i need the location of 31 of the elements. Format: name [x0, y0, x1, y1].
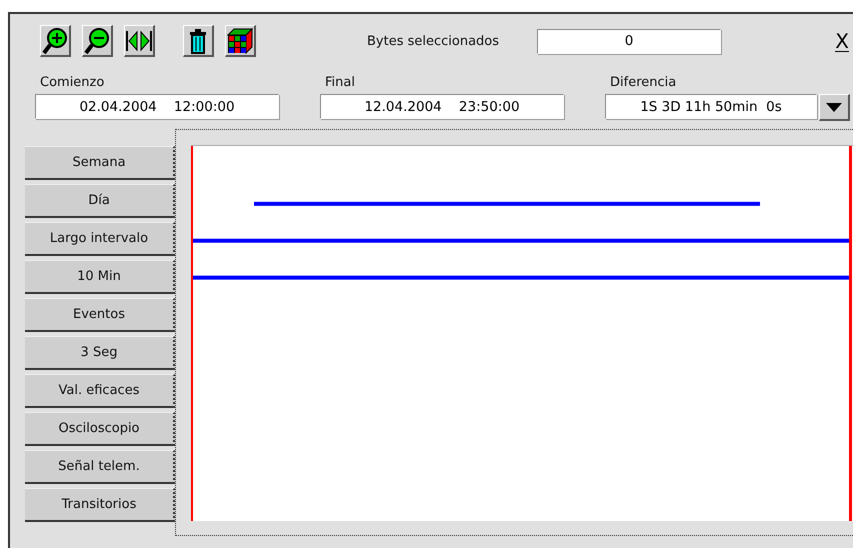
view-button[interactable]: Eventos	[25, 298, 175, 332]
field-label: Comienzo	[39, 75, 106, 90]
caret-icon	[826, 102, 842, 112]
date-field[interactable]: 12.04.2004 23:50:00	[320, 94, 564, 119]
cube-icon	[227, 28, 253, 54]
field-label: Final	[324, 75, 356, 90]
bytes-field[interactable]: 0	[537, 28, 722, 54]
view-button[interactable]: Señal telem.	[25, 450, 175, 484]
view-button[interactable]: Transitorios	[25, 488, 175, 522]
view-button[interactable]: Semana	[25, 146, 175, 180]
cube-button[interactable]	[225, 25, 256, 57]
view-button[interactable]: Día	[25, 184, 175, 218]
date-field[interactable]: 02.04.2004 12:00:00	[35, 94, 279, 119]
bytes-label: Bytes seleccionados	[367, 34, 500, 48]
dropdown-button[interactable]	[819, 94, 850, 121]
delete-button[interactable]	[183, 25, 214, 57]
fit-icon	[125, 28, 153, 52]
fit-button[interactable]	[124, 25, 155, 57]
view-button[interactable]: 3 Seg	[25, 336, 175, 370]
field-label: Diferencia	[609, 75, 678, 90]
zoom-out-icon	[84, 26, 110, 54]
view-button[interactable]: Osciloscopio	[25, 412, 175, 446]
zoom-in-button[interactable]	[40, 25, 71, 57]
zoom-out-button[interactable]	[82, 25, 113, 57]
zoom-in-icon	[42, 26, 68, 54]
trash-icon	[189, 28, 207, 54]
view-button[interactable]: Largo intervalo	[25, 222, 175, 256]
difference-field[interactable]: 1S 3D 11h 50min 0s	[605, 94, 817, 119]
view-button[interactable]: 10 Min	[25, 260, 175, 294]
close-button[interactable]: X	[835, 30, 849, 52]
view-button[interactable]: Val. eficaces	[25, 374, 175, 408]
